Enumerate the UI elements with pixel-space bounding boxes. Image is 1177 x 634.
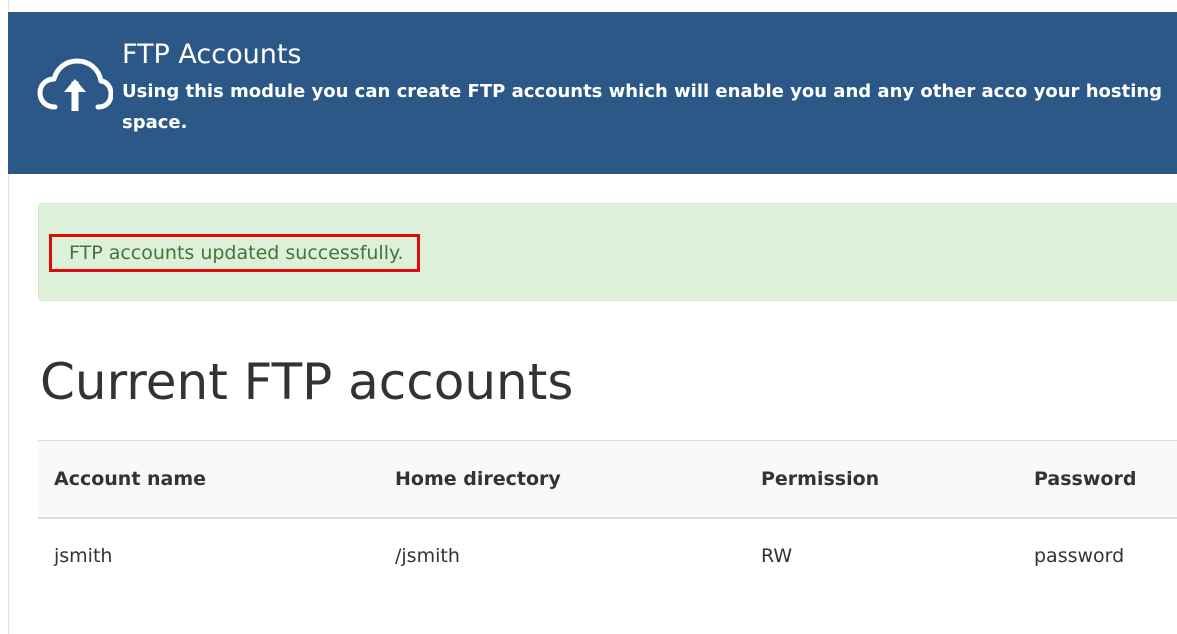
cell-home-directory: /jsmith [395, 545, 460, 567]
table-header-row: Account name Home directory Permission P… [38, 440, 1177, 519]
module-description: Using this module you can create FTP acc… [122, 81, 1163, 133]
column-header-account-name: Account name [38, 440, 379, 519]
success-alert: FTP accounts updated successfully. [38, 203, 1177, 301]
page: FTP Accounts Using this module you can c… [0, 0, 1177, 634]
ftp-accounts-table: Account name Home directory Permission P… [38, 440, 1177, 593]
cell-password: password [1034, 545, 1125, 567]
cell-permission: RW [761, 545, 793, 567]
column-header-home-directory: Home directory [379, 440, 745, 519]
column-header-password: Password [1018, 440, 1177, 519]
column-header-permission: Permission [745, 440, 1018, 519]
section-title: Current FTP accounts [40, 353, 574, 411]
module-header: FTP Accounts Using this module you can c… [8, 12, 1177, 174]
cell-account-name: jsmith [54, 545, 113, 567]
table-row: jsmith /jsmith RW password [38, 518, 1177, 593]
page-title: FTP Accounts [122, 39, 302, 70]
success-message: FTP accounts updated successfully. [49, 234, 420, 272]
cloud-upload-icon [37, 57, 114, 113]
